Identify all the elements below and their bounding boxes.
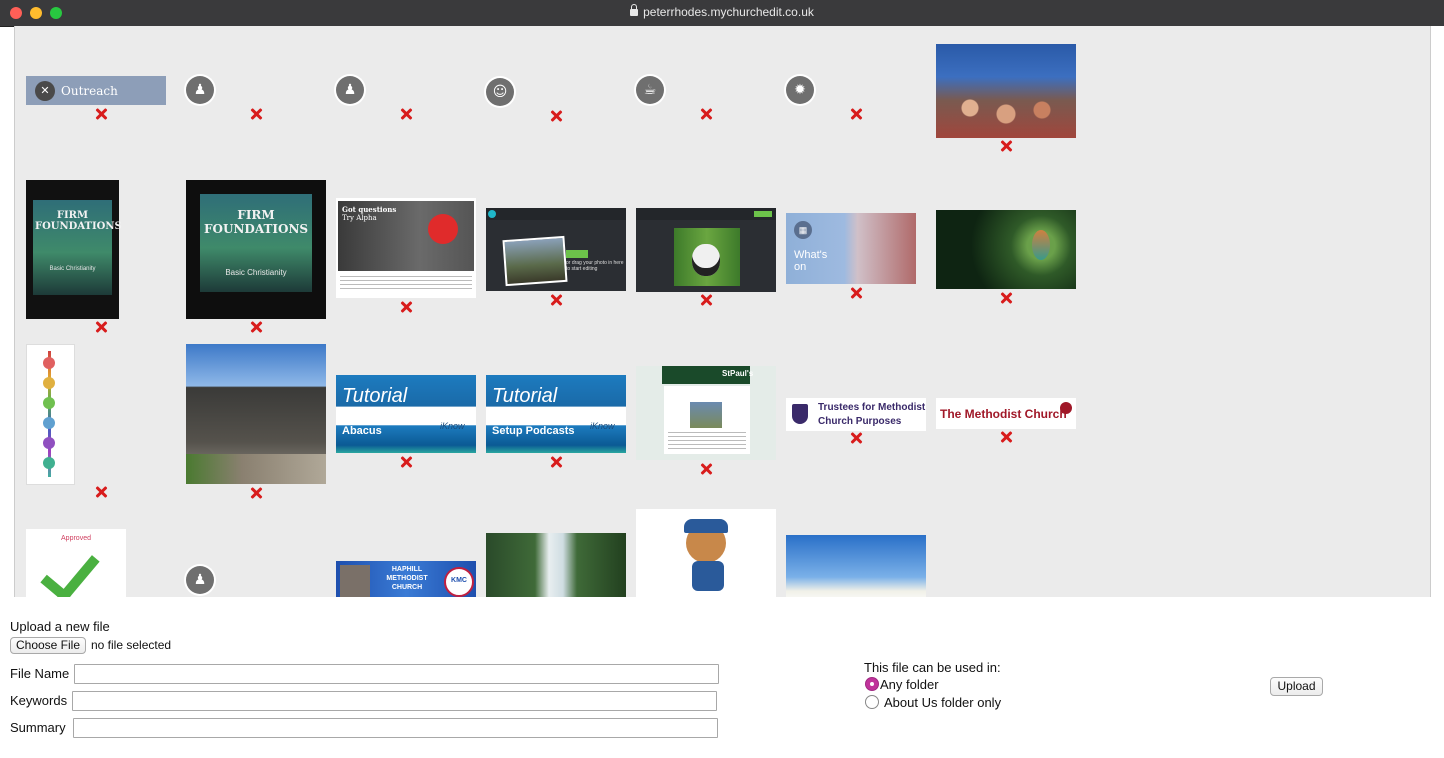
url-display: peterrhodes.mychurchedit.co.uk — [0, 4, 1444, 19]
tutorial-title: Tutorial — [492, 385, 558, 407]
ikm-brand-label: iKnow — [440, 421, 465, 431]
whats-on-banner-thumb[interactable]: ▦ What's on — [786, 213, 916, 284]
alpha-course-flyer-thumb[interactable]: Got questions Try Alpha — [336, 198, 476, 298]
tutorial-topic: Abacus — [342, 425, 382, 437]
checkmark-icon — [40, 541, 100, 597]
about-us-folder-radio[interactable] — [865, 695, 879, 709]
delete-icon[interactable] — [700, 294, 712, 306]
alpha-heading: Got questions — [342, 205, 397, 214]
daisy-sky-photo-thumb[interactable] — [786, 535, 926, 597]
brutalist-building-photo-thumb[interactable] — [186, 344, 326, 484]
audience-photo-thumb[interactable] — [936, 44, 1076, 138]
delete-icon[interactable] — [1000, 140, 1012, 152]
calendar-icon: ▦ — [794, 221, 812, 239]
upload-heading: Upload a new file — [10, 619, 110, 634]
no-file-selected-text: no file selected — [91, 638, 172, 652]
tutorial-topic: Setup Podcasts — [492, 425, 575, 437]
book-title: FIRM FOUNDATIONS — [35, 210, 122, 232]
delete-icon[interactable] — [95, 108, 107, 120]
delete-icon[interactable] — [400, 301, 412, 313]
trustees-crest-icon — [792, 404, 808, 424]
methodist-church-logo-thumb[interactable]: The Methodist Church — [936, 398, 1076, 429]
tutorial-abacus-banner-thumb[interactable]: Tutorial Abacus iKnow — [336, 375, 476, 453]
whats-on-label: What's on — [794, 249, 828, 273]
church-banner-text: HAPHILL METHODIST CHURCH — [386, 566, 428, 591]
trustees-logo-thumb[interactable]: Trustees for Methodist Church Purposes — [786, 398, 926, 431]
lock-icon — [630, 4, 639, 16]
delete-icon[interactable] — [550, 294, 562, 306]
people-icon[interactable]: ♟ — [186, 566, 214, 594]
file-name-field[interactable] — [74, 664, 719, 684]
usage-heading: This file can be used in: — [864, 660, 1001, 675]
delete-icon[interactable] — [250, 487, 262, 499]
any-folder-label[interactable]: Any folder — [880, 677, 939, 692]
choose-file-button[interactable]: Choose File — [10, 637, 86, 654]
trustees-label: Trustees for Methodist Church Purposes — [818, 402, 926, 427]
delete-icon[interactable] — [400, 108, 412, 120]
media-gallery: ✕ Outreach ♟ ♟ ☺ ☕ ✹ FIRM FOUNDATIONS Ba… — [14, 26, 1431, 597]
tutorial-title: Tutorial — [342, 385, 408, 407]
firm-foundations-book-angled-thumb[interactable]: FIRM FOUNDATIONS Basic Christianity — [186, 180, 326, 319]
methodist-orb-icon — [1060, 402, 1072, 414]
tutorial-podcasts-banner-thumb[interactable]: Tutorial Setup Podcasts iKnow — [486, 375, 626, 453]
people-icon[interactable]: ♟ — [186, 76, 214, 104]
gallery-frame-edge — [1430, 26, 1444, 597]
any-folder-radio[interactable] — [865, 677, 879, 691]
kmc-badge: KMC — [444, 567, 474, 597]
delete-icon[interactable] — [1000, 292, 1012, 304]
about-us-folder-label[interactable]: About Us folder only — [884, 695, 1001, 710]
photo-editor-panda-thumb[interactable] — [636, 208, 776, 292]
url-text: peterrhodes.mychurchedit.co.uk — [643, 5, 814, 19]
starburst-icon[interactable]: ✹ — [786, 76, 814, 104]
methodist-label: The Methodist Church — [940, 407, 1067, 421]
book-subtitle: Basic Christianity — [49, 266, 96, 272]
delete-icon[interactable] — [400, 456, 412, 468]
delete-icon[interactable] — [850, 108, 862, 120]
upload-button[interactable]: Upload — [1270, 677, 1323, 696]
delete-icon[interactable] — [550, 110, 562, 122]
coffee-cup-icon[interactable]: ☕ — [636, 76, 664, 104]
delete-icon[interactable] — [850, 287, 862, 299]
timeline-infographic-thumb[interactable] — [26, 344, 75, 485]
people-icon[interactable]: ♟ — [336, 76, 364, 104]
waterfall-photo-thumb[interactable] — [486, 533, 626, 597]
keywords-label: Keywords — [10, 693, 68, 708]
firm-foundations-book-thumb[interactable]: FIRM FOUNDATIONS Basic Christianity — [26, 180, 122, 319]
delete-icon[interactable] — [250, 321, 262, 333]
summary-label: Summary — [10, 720, 66, 735]
outreach-icon: ✕ — [35, 81, 55, 101]
delete-icon[interactable] — [95, 321, 107, 333]
st-pauls-brand: StPaul's — [722, 369, 754, 378]
hummingbird-photo-thumb[interactable] — [936, 210, 1076, 289]
mailchimp-mascot-thumb[interactable] — [636, 509, 776, 597]
approved-checkmark-thumb[interactable]: Approved — [26, 529, 126, 597]
drop-hint-text: or drag your photo in here to start edit… — [566, 260, 624, 272]
person-icon[interactable]: ☺ — [486, 78, 514, 106]
book-subtitle: Basic Christianity — [225, 268, 287, 277]
browser-titlebar: peterrhodes.mychurchedit.co.uk — [0, 0, 1444, 27]
file-name-label: File Name — [10, 666, 70, 681]
delete-icon[interactable] — [1000, 431, 1012, 443]
outreach-banner-thumb[interactable]: ✕ Outreach — [26, 76, 166, 105]
ikm-brand-label: iKnow — [590, 421, 615, 431]
delete-icon[interactable] — [250, 108, 262, 120]
st-pauls-webpage-thumb[interactable]: StPaul's — [636, 366, 776, 460]
photo-editor-screenshot-thumb[interactable]: or drag your photo in here to start edit… — [486, 208, 626, 291]
kmc-label: KMC — [451, 577, 467, 584]
upload-form: Upload a new file Choose File no file se… — [0, 597, 1444, 758]
delete-icon[interactable] — [550, 456, 562, 468]
summary-field[interactable] — [73, 718, 718, 738]
church-banner-thumb[interactable]: HAPHILL METHODIST CHURCH KMC — [336, 561, 476, 597]
keywords-field[interactable] — [72, 691, 717, 711]
delete-icon[interactable] — [700, 108, 712, 120]
outreach-label: Outreach — [61, 84, 118, 98]
delete-icon[interactable] — [700, 463, 712, 475]
delete-icon[interactable] — [850, 432, 862, 444]
alpha-subheading: Try Alpha — [342, 214, 377, 222]
book-title: FIRM FOUNDATIONS — [204, 208, 309, 236]
delete-icon[interactable] — [95, 486, 107, 498]
